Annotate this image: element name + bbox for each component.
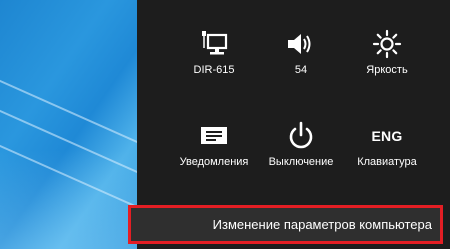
network-monitor-icon [166,26,262,62]
sun-icon [339,26,435,62]
desktop-background [0,0,137,249]
power-icon [253,118,349,154]
speaker-icon [253,26,349,62]
notifications-label: Уведомления [179,156,249,168]
change-pc-settings-link[interactable]: Изменение параметров компьютера [128,205,443,244]
keyboard-label: Клавиатура [357,156,417,168]
desktop-glow [0,150,137,249]
power-label: Выключение [268,156,334,168]
brightness-label: Яркость [366,64,408,76]
notification-icon [166,118,262,154]
volume-tile[interactable]: 54 [253,26,349,76]
network-label: DIR-615 [193,64,235,76]
brightness-tile[interactable]: Яркость [339,26,435,76]
keyboard-tile[interactable]: ENG Клавиатура [339,118,435,168]
change-pc-settings-label: Изменение параметров компьютера [212,217,432,232]
notifications-tile[interactable]: Уведомления [166,118,262,168]
keyboard-language-icon: ENG [339,118,435,154]
keyboard-language-indicator: ENG [371,128,403,144]
power-tile[interactable]: Выключение [253,118,349,168]
network-tile[interactable]: DIR-615 [166,26,262,76]
volume-label: 54 [294,64,308,76]
